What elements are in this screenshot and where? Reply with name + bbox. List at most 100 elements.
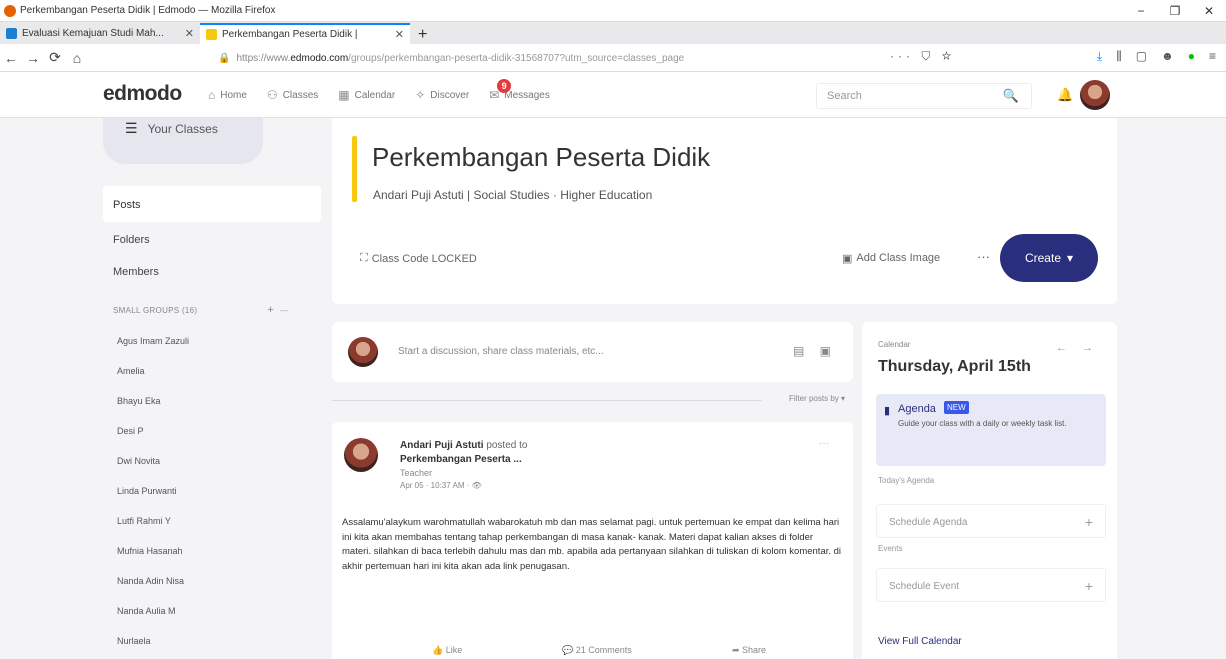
todays-agenda-label: Today's Agenda [878, 476, 935, 485]
group-item[interactable]: Nanda Adin Nisa [117, 576, 184, 586]
post-author-avatar[interactable] [344, 438, 378, 472]
url-prefix: https://www. [236, 52, 291, 64]
url-path: /groups/perkembangan-peserta-didik-31568… [348, 52, 685, 64]
post-author-line: Andari Puji Astuti posted to [400, 440, 528, 451]
reload-button[interactable]: ⟳ [44, 49, 66, 66]
comments-button[interactable]: 💬 21 Comments [562, 645, 632, 656]
agenda-title: Agenda [898, 403, 936, 415]
composer-placeholder[interactable]: Start a discussion, share class material… [398, 346, 604, 357]
sidebar: ☰ Your Classes Posts Folders Members SMA… [103, 118, 323, 659]
firefox-icon [4, 4, 16, 17]
discover-icon: ✧ [415, 88, 426, 102]
sidebar-item-posts[interactable]: Posts [103, 186, 321, 222]
image-icon: ▣ [842, 253, 853, 265]
post-more-button[interactable]: ··· [819, 438, 829, 449]
group-item[interactable]: Mufnia Hasanah [117, 546, 183, 556]
schedule-event-row[interactable]: Schedule Event + [876, 568, 1106, 602]
edmodo-favicon-icon [206, 29, 217, 40]
window-controls: − ❐ ✕ [1124, 0, 1226, 22]
post-role: Teacher [400, 468, 433, 478]
post-composer[interactable]: Start a discussion, share class material… [332, 322, 853, 382]
group-item[interactable]: Lutfi Rahmi Y [117, 516, 171, 526]
nav-calendar[interactable]: ▦ Calendar [338, 88, 395, 102]
add-class-image-button[interactable]: ▣ Add Class Image [842, 252, 940, 265]
home-button[interactable]: ⌂ [66, 50, 88, 66]
tab-close-icon[interactable]: ✕ [185, 27, 194, 40]
post-time: Apr 05 · 10:37 AM · 👁 [400, 481, 482, 490]
download-icon[interactable]: ⤓ [1097, 49, 1102, 64]
add-event-icon[interactable]: + [1085, 578, 1093, 594]
class-title: Perkembangan Peserta Didik [372, 142, 711, 172]
class-header-card: Perkembangan Peserta Didik Andari Puji A… [332, 118, 1117, 304]
sidebar-item-folders[interactable]: Folders [113, 234, 150, 246]
extension-icon[interactable]: ● [1188, 49, 1195, 64]
nav-messages[interactable]: ✉ 9 Messages [489, 79, 550, 102]
tab-perkembangan[interactable]: Perkembangan Peserta Didik | ✕ [200, 23, 410, 44]
tab-close-icon[interactable]: ✕ [395, 28, 404, 41]
search-icon[interactable]: 🔍 [1003, 88, 1019, 104]
share-button[interactable]: ➦ Share [732, 645, 766, 656]
home-icon: ⌂ [208, 88, 216, 102]
group-item[interactable]: Amelia [117, 366, 145, 376]
account-icon[interactable]: ☻ [1161, 49, 1174, 64]
sidebar-item-members[interactable]: Members [113, 266, 159, 278]
nav-discover[interactable]: ✧ Discover [415, 88, 469, 102]
search-placeholder: Search [827, 90, 862, 102]
attachment-icons[interactable]: ▤ ▣ [793, 344, 837, 358]
collapse-icon[interactable]: — [280, 306, 288, 315]
page-actions[interactable]: ··· ⛉ ☆ [890, 49, 955, 64]
menu-icon[interactable]: ≡ [1209, 49, 1216, 64]
calendar-widget: Calendar ← → Thursday, April 15th ▮ Agen… [862, 322, 1117, 659]
edmodo-logo[interactable]: edmodo [103, 82, 182, 106]
group-item[interactable]: Bhayu Eka [117, 396, 161, 406]
maximize-button[interactable]: ❐ [1158, 4, 1192, 18]
view-full-calendar-link[interactable]: View Full Calendar [878, 636, 962, 647]
post-author[interactable]: Andari Puji Astuti [400, 440, 484, 451]
url-domain: edmodo.com [290, 52, 349, 64]
agenda-description: Guide your class with a daily or weekly … [898, 419, 1067, 428]
tab-evaluasi[interactable]: Evaluasi Kemajuan Studi Mah... ✕ [0, 23, 200, 44]
class-code[interactable]: ⛶ Class Code LOCKED [360, 252, 477, 265]
group-item[interactable]: Nurlaela [117, 636, 151, 646]
minimize-button[interactable]: − [1124, 4, 1158, 18]
composer-avatar [348, 337, 378, 367]
url-bar[interactable]: 🔒 https://www. edmodo.com /groups/perkem… [212, 47, 812, 69]
nav-home[interactable]: ⌂ Home [208, 88, 247, 102]
toolbar-icons: ⤓ ⫼ ▢ ☻ ● ≡ [1097, 49, 1216, 64]
create-button[interactable]: Create ▾ [1000, 234, 1098, 282]
filter-posts-dropdown[interactable]: Filter posts by ▾ [789, 394, 845, 403]
user-avatar[interactable] [1080, 80, 1110, 110]
search-input[interactable]: Search 🔍 [816, 83, 1032, 109]
add-agenda-icon[interactable]: + [1085, 514, 1093, 530]
browser-navbar: ← → ⟳ ⌂ 🔒 https://www. edmodo.com /group… [0, 44, 1226, 72]
calendar-arrows[interactable]: ← → [1056, 342, 1099, 354]
add-group-icon[interactable]: + [267, 304, 274, 316]
group-item[interactable]: Agus Imam Zazuli [117, 336, 189, 346]
your-classes-button[interactable]: ☰ Your Classes [103, 118, 263, 164]
new-tab-button[interactable]: + [410, 26, 435, 44]
lock-icon: 🔒 [218, 52, 231, 64]
notifications-icon[interactable]: 🔔 [1057, 87, 1073, 103]
like-button[interactable]: 👍 Like [432, 645, 462, 656]
library-icon[interactable]: ⫼ [1116, 49, 1122, 64]
nav-classes[interactable]: ⚇ Classes [267, 88, 318, 102]
group-item[interactable]: Linda Purwanti [117, 486, 177, 496]
forward-button[interactable]: → [22, 50, 44, 66]
group-item[interactable]: Desi P [117, 426, 144, 436]
new-badge: NEW [944, 401, 969, 414]
agenda-card[interactable]: ▮ Agenda NEW Guide your class with a dai… [876, 394, 1106, 466]
close-button[interactable]: ✕ [1192, 4, 1226, 18]
small-groups-header: SMALL GROUPS (16) + — [113, 304, 289, 316]
back-button[interactable]: ← [0, 50, 22, 66]
group-item[interactable]: Nanda Aulia M [117, 606, 176, 616]
class-accent-bar [352, 136, 357, 202]
calendar-date: Thursday, April 15th [878, 358, 1031, 375]
schedule-agenda-row[interactable]: Schedule Agenda + [876, 504, 1106, 538]
calendar-icon: ▦ [338, 88, 350, 102]
sidebar-icon[interactable]: ▢ [1136, 49, 1147, 64]
more-options-button[interactable]: ··· [977, 249, 990, 264]
group-item[interactable]: Dwi Novita [117, 456, 160, 466]
favicon-icon [6, 28, 17, 39]
post-group[interactable]: Perkembangan Peserta ... [400, 454, 522, 465]
main-nav: ⌂ Home ⚇ Classes ▦ Calendar ✧ Discover ✉ 9 Mes… [208, 79, 550, 102]
